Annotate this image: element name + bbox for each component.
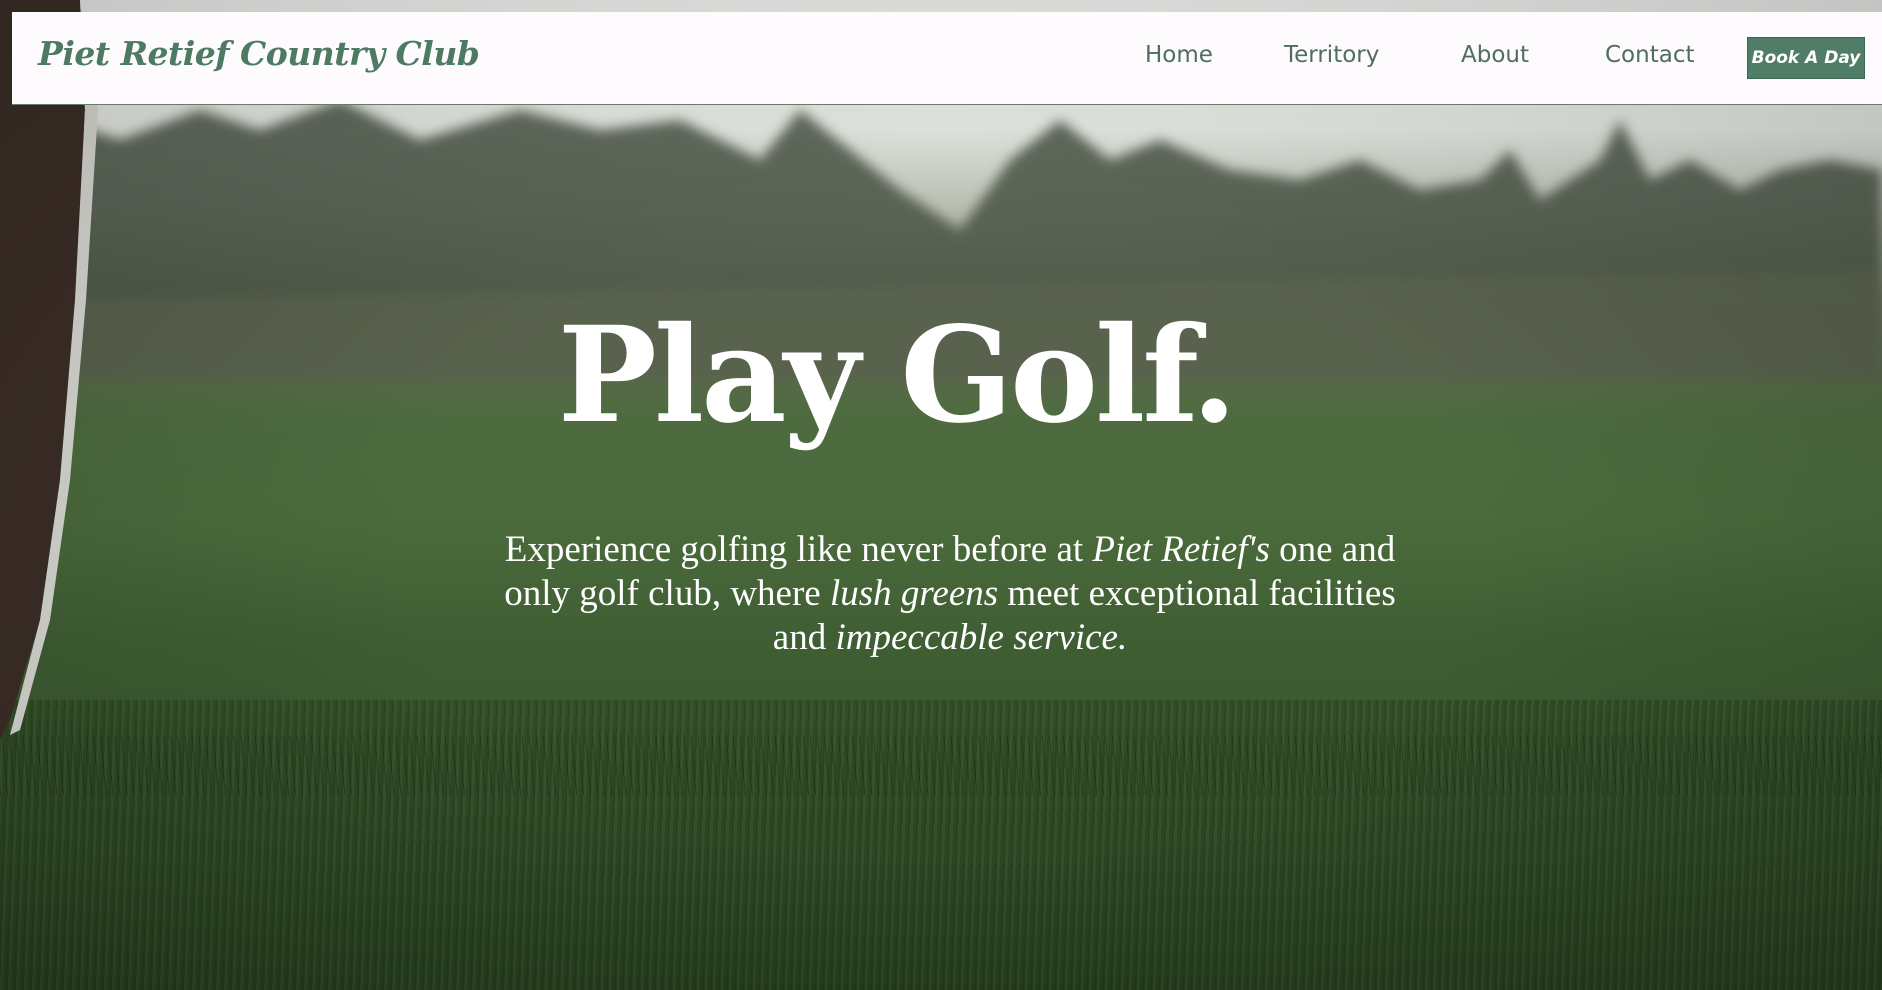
hero-emphasis-service: impeccable service. [835, 617, 1128, 658]
nav-contact[interactable]: Contact [1605, 42, 1694, 68]
hero-title: Play Golf. [557, 298, 1238, 453]
brand-logo[interactable]: Piet Retief Country Club [38, 34, 480, 73]
hero-emphasis-town: Piet Retief's [1092, 529, 1270, 570]
nav-territory[interactable]: Territory [1284, 42, 1379, 68]
page: Piet Retief Country Club Home Territory … [0, 0, 1882, 990]
hero-description: Experience golfing like never before at … [480, 528, 1420, 660]
site-header: Piet Retief Country Club Home Territory … [12, 12, 1882, 105]
nav-about[interactable]: About [1461, 42, 1529, 68]
hero-text-1: Experience golfing like never before at [504, 529, 1093, 570]
hero-emphasis-greens: lush greens [829, 573, 999, 614]
book-a-day-button[interactable]: Book A Day [1747, 37, 1865, 79]
vignette-overlay [0, 0, 1882, 990]
nav-home[interactable]: Home [1145, 42, 1213, 68]
